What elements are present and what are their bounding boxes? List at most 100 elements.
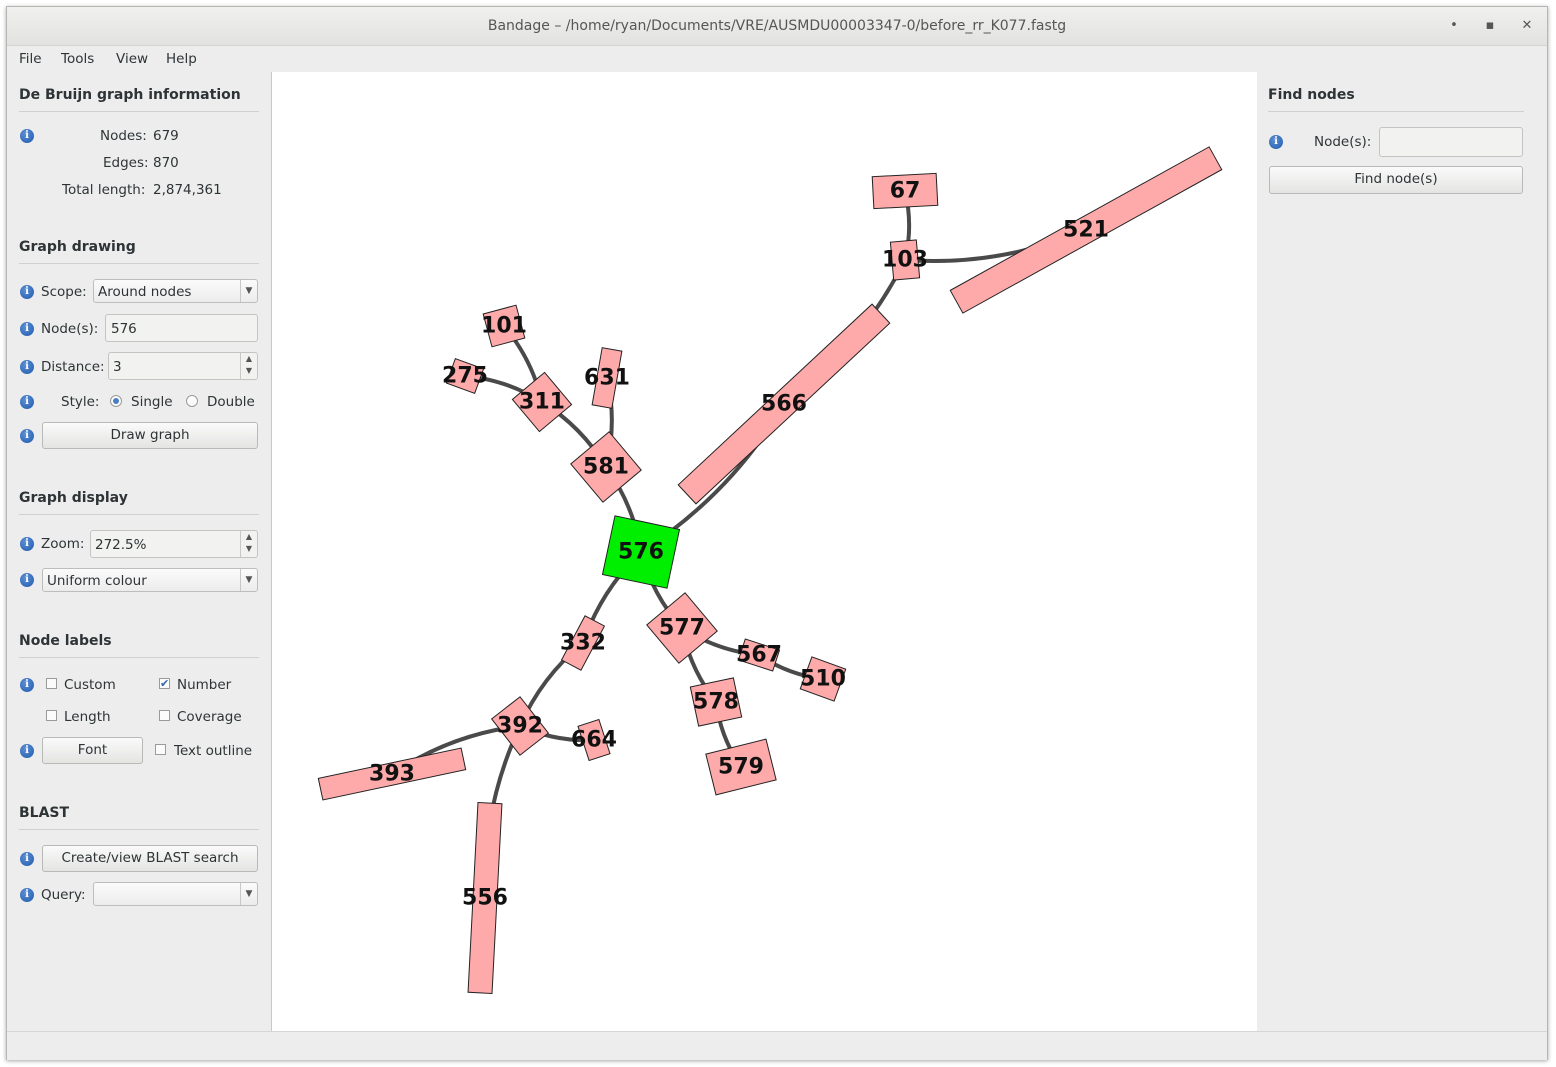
menu-help[interactable]: Help — [166, 51, 197, 67]
info-icon[interactable]: i — [20, 573, 34, 587]
graph-node-275[interactable]: 275 — [442, 358, 488, 394]
graph-node-label: 556 — [462, 886, 508, 911]
graph-node-label: 566 — [761, 392, 807, 417]
spin-arrows-icon[interactable]: ▲ ▼ — [240, 531, 257, 557]
info-icon[interactable]: i — [20, 744, 34, 758]
graph-node-392[interactable]: 392 — [490, 696, 550, 756]
number-label[interactable]: Number — [177, 677, 231, 693]
style-single-label[interactable]: Single — [131, 394, 173, 410]
coverage-label[interactable]: Coverage — [177, 709, 242, 725]
text-outline-label[interactable]: Text outline — [174, 743, 252, 759]
graph-node-311[interactable]: 311 — [511, 371, 573, 433]
nodes-input[interactable]: 576 — [105, 314, 258, 342]
graph-node-631[interactable]: 631 — [584, 347, 630, 409]
graph-node-label: 577 — [659, 616, 705, 641]
divider — [19, 111, 259, 112]
graph-node-label: 510 — [800, 667, 846, 692]
graph-node-label: 567 — [736, 643, 782, 668]
style-double-radio[interactable] — [186, 395, 198, 407]
divider — [19, 657, 259, 658]
info-icon[interactable]: i — [1269, 135, 1283, 149]
menu-file[interactable]: File — [19, 51, 42, 67]
graph-node-556[interactable]: 556 — [462, 801, 508, 995]
graph-canvas[interactable]: 576 581 311 101 275 631 566 103 67 521 332 392 393 55… — [271, 72, 1258, 1031]
menu-view[interactable]: View — [116, 51, 148, 67]
colour-scheme-dropdown[interactable]: Uniform colour ▼ — [42, 568, 258, 592]
graph-node-393[interactable]: 393 — [317, 747, 467, 801]
info-icon[interactable]: i — [20, 429, 34, 443]
query-label: Query: — [41, 887, 86, 903]
draw-graph-button[interactable]: Draw graph — [42, 422, 258, 449]
graph-node-577[interactable]: 577 — [646, 592, 718, 664]
info-icon[interactable]: i — [20, 360, 34, 374]
total-length-label: Total length: — [62, 182, 146, 198]
graph-node-664[interactable]: 664 — [571, 718, 617, 762]
menu-tools[interactable]: Tools — [61, 51, 94, 67]
info-icon[interactable]: i — [20, 322, 34, 336]
graph-drawing-heading: Graph drawing — [19, 239, 136, 255]
close-icon[interactable]: ✕ — [1516, 16, 1538, 36]
graph-view[interactable]: 576 581 311 101 275 631 566 103 67 521 332 392 393 55… — [272, 72, 1257, 1031]
info-icon[interactable]: i — [20, 395, 34, 409]
graph-node-332[interactable]: 332 — [560, 615, 606, 671]
scope-dropdown[interactable]: Around nodes ▼ — [93, 279, 258, 303]
window-title: Bandage – /home/ryan/Documents/VRE/AUSMD… — [487, 18, 1067, 34]
zoom-value: 272.5% — [95, 537, 147, 553]
graph-node-581[interactable]: 581 — [570, 431, 642, 503]
graph-node-579[interactable]: 579 — [705, 738, 777, 796]
info-icon[interactable]: i — [20, 285, 34, 299]
graph-node-567[interactable]: 567 — [736, 638, 782, 672]
find-nodes-heading: Find nodes — [1268, 87, 1355, 103]
scope-value: Around nodes — [98, 284, 192, 300]
maximize-icon[interactable]: ▪ — [1479, 16, 1501, 36]
nodes-count-value: 679 — [153, 128, 179, 144]
text-outline-checkbox[interactable] — [155, 744, 166, 755]
find-nodes-label: Node(s): — [1314, 134, 1372, 150]
scope-label: Scope: — [41, 284, 87, 300]
graph-node-label: 101 — [481, 314, 527, 339]
distance-spinbox[interactable]: 3 ▲ ▼ — [108, 352, 258, 380]
chevron-down-icon: ▼ — [240, 569, 257, 591]
graph-node-label: 332 — [560, 631, 606, 656]
graph-node-label: 579 — [718, 755, 764, 780]
style-single-radio[interactable] — [110, 395, 122, 407]
coverage-checkbox[interactable] — [159, 710, 170, 721]
chevron-down-icon: ▼ — [240, 280, 257, 302]
nodes-count-label: Nodes: — [100, 128, 147, 144]
create-blast-search-button[interactable]: Create/view BLAST search — [42, 845, 258, 872]
graph-display-heading: Graph display — [19, 490, 128, 506]
minimize-icon[interactable]: • — [1443, 16, 1465, 36]
font-button[interactable]: Font — [42, 737, 143, 764]
info-icon[interactable]: i — [20, 537, 34, 551]
graph-node-label: 578 — [693, 690, 739, 715]
length-label[interactable]: Length — [64, 709, 111, 725]
info-icon[interactable]: i — [20, 678, 34, 692]
graph-node-101[interactable]: 101 — [481, 304, 527, 348]
info-icon[interactable]: i — [20, 129, 34, 143]
style-double-label[interactable]: Double — [207, 394, 255, 410]
left-panel: De Bruijn graph information i Nodes: 679… — [7, 72, 271, 1031]
info-icon[interactable]: i — [20, 852, 34, 866]
graph-node-103[interactable]: 103 — [882, 239, 928, 281]
graph-node-576[interactable]: 576 — [601, 515, 681, 589]
graph-node-566[interactable]: 566 — [677, 303, 891, 505]
graph-node-578[interactable]: 578 — [689, 677, 743, 727]
custom-label[interactable]: Custom — [64, 677, 116, 693]
info-icon[interactable]: i — [20, 888, 34, 902]
find-nodes-input[interactable] — [1379, 127, 1523, 157]
graph-node-67[interactable]: 67 — [871, 172, 939, 210]
zoom-spinbox[interactable]: 272.5% ▲ ▼ — [90, 530, 258, 558]
title-bar[interactable]: Bandage – /home/ryan/Documents/VRE/AUSMD… — [7, 7, 1547, 46]
graph-node-label: 664 — [571, 728, 617, 753]
node-labels-heading: Node labels — [19, 633, 112, 649]
find-nodes-button[interactable]: Find node(s) — [1269, 166, 1523, 194]
spin-arrows-icon[interactable]: ▲ ▼ — [240, 353, 257, 379]
query-dropdown[interactable]: ▼ — [93, 882, 258, 906]
number-checkbox[interactable]: ✔ — [159, 678, 170, 689]
graph-node-521[interactable]: 521 — [949, 146, 1223, 314]
graph-node-510[interactable]: 510 — [799, 656, 847, 702]
total-length-value: 2,874,361 — [153, 182, 222, 198]
graph-node-label: 392 — [497, 714, 543, 739]
length-checkbox[interactable] — [46, 710, 57, 721]
custom-checkbox[interactable] — [46, 678, 57, 689]
